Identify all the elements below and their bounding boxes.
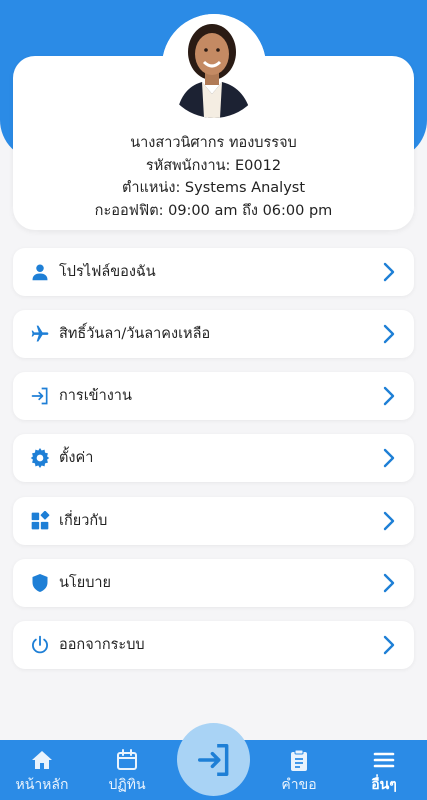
menu-item-attendance[interactable]: การเข้างาน <box>13 372 414 420</box>
login-icon <box>197 743 228 776</box>
nav-request-label: คำขอ <box>281 777 317 793</box>
menu-item-label: ออกจากระบบ <box>59 637 145 653</box>
menu-item-label: นโยบาย <box>59 575 112 591</box>
shield-icon <box>29 572 51 594</box>
menu-item-logout[interactable]: ออกจากระบบ <box>13 621 414 669</box>
menu-item-label: การเข้างาน <box>59 388 132 404</box>
avatar <box>162 14 266 118</box>
chevron-right-icon <box>383 386 395 406</box>
menu-item-about[interactable]: เกี่ยวกับ <box>13 497 414 545</box>
employee-position: ตำแหน่ง: Systems Analyst <box>121 180 306 196</box>
chevron-right-icon <box>383 511 395 531</box>
menu-icon <box>373 752 395 768</box>
clipboard-icon <box>291 749 307 771</box>
person-icon <box>29 261 51 283</box>
menu-item-policy[interactable]: นโยบาย <box>13 559 414 607</box>
nav-request[interactable]: คำขอ <box>259 740 339 800</box>
nav-calendar-label: ปฏิทิน <box>108 777 146 793</box>
profile-info: นางสาวนิศากร ทองบรรจบ รหัสพนักงาน: E0012… <box>13 132 414 222</box>
nav-more-label: อื่นๆ <box>371 777 397 793</box>
menu-item-my-profile[interactable]: โปรไฟล์ของฉัน <box>13 248 414 296</box>
chevron-right-icon <box>383 448 395 468</box>
nav-home-label: หน้าหลัก <box>15 777 69 793</box>
check-in-button[interactable] <box>177 723 250 796</box>
employee-id: รหัสพนักงาน: E0012 <box>145 157 282 174</box>
menu-item-leave-balance[interactable]: สิทธิ์วันลา/วันลาคงเหลือ <box>13 310 414 358</box>
home-icon <box>32 751 52 769</box>
chevron-right-icon <box>383 324 395 344</box>
menu-item-settings[interactable]: ตั้งค่า <box>13 434 414 482</box>
chevron-right-icon <box>383 573 395 593</box>
nav-more[interactable]: อื่นๆ <box>344 740 424 800</box>
employee-shift: กะออฟฟิต: 09:00 am ถึง 06:00 pm <box>94 202 333 219</box>
chevron-right-icon <box>383 262 395 282</box>
menu-item-label: สิทธิ์วันลา/วันลาคงเหลือ <box>59 326 211 342</box>
nav-calendar[interactable]: ปฏิทิน <box>87 740 167 800</box>
employee-name: นางสาวนิศากร ทองบรรจบ <box>130 135 297 151</box>
menu-item-label: โปรไฟล์ของฉัน <box>59 264 156 280</box>
chevron-right-icon <box>383 635 395 655</box>
nav-home[interactable]: หน้าหลัก <box>2 740 82 800</box>
menu-item-label: ตั้งค่า <box>59 450 94 466</box>
calendar-icon <box>117 749 137 770</box>
menu-item-label: เกี่ยวกับ <box>59 513 108 529</box>
login-icon <box>29 385 51 407</box>
widgets-icon <box>29 510 51 532</box>
gear-icon <box>29 447 51 469</box>
airplane-icon <box>29 323 51 345</box>
power-icon <box>29 634 51 656</box>
